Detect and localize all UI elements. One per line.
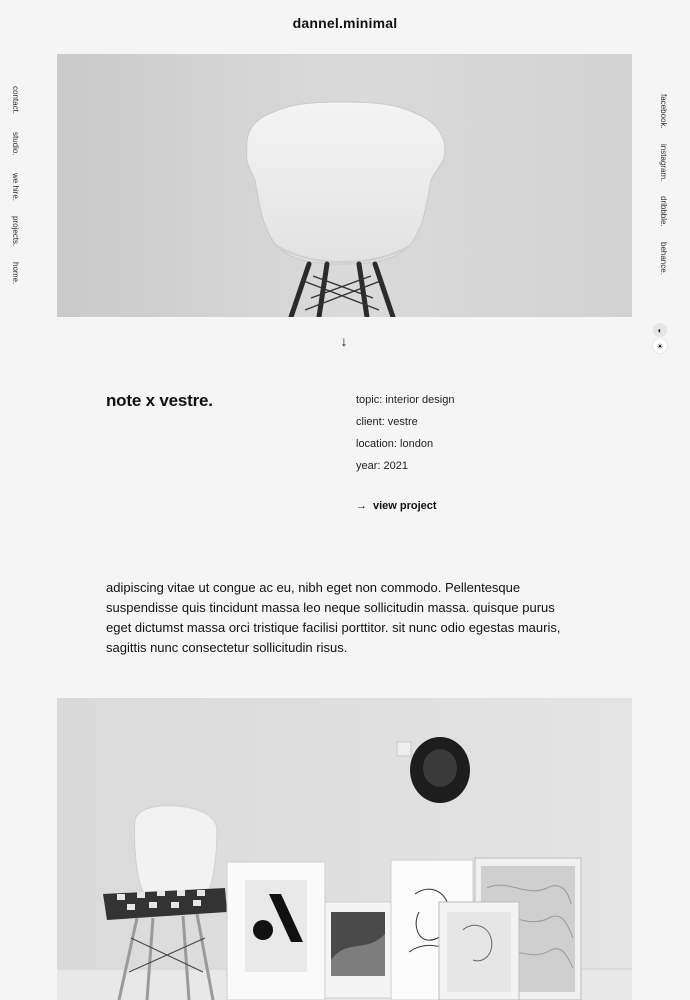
project-title: note x vestre. bbox=[106, 391, 213, 410]
moon-icon[interactable]: ◐ bbox=[653, 323, 667, 337]
view-project-label: view project bbox=[373, 500, 437, 512]
nav-contact-link[interactable]: contact. bbox=[11, 86, 20, 114]
nav-home-link[interactable]: home. bbox=[11, 262, 20, 284]
nav-studio-link[interactable]: studio. bbox=[11, 132, 20, 156]
meta-client: client: vestre bbox=[356, 416, 418, 428]
sun-icon[interactable]: ☀ bbox=[653, 339, 667, 353]
meta-location: location: london bbox=[356, 438, 434, 450]
social-facebook-link[interactable]: facebook. bbox=[659, 94, 668, 129]
white-chair-photo bbox=[57, 54, 632, 317]
meta-year: year: 2021 bbox=[356, 460, 408, 472]
hero-image bbox=[57, 54, 632, 317]
arrow-down-icon[interactable]: ↓ bbox=[336, 332, 352, 350]
social-behance-link[interactable]: behance. bbox=[659, 242, 668, 275]
nav-projects-link[interactable]: projects. bbox=[11, 216, 20, 246]
social-dribbble-link[interactable]: dribbble. bbox=[659, 196, 668, 227]
social-links: facebook. instagram. dribbble. behance. bbox=[654, 94, 670, 284]
meta-topic: topic: interior design bbox=[356, 394, 455, 406]
view-project-link[interactable]: → view project bbox=[356, 500, 437, 512]
project-description: adipiscing vitae ut congue ac eu, nibh e… bbox=[106, 580, 561, 655]
gallery-image bbox=[57, 698, 632, 1000]
side-navigation: home. projects. we hire. studio. contact… bbox=[11, 86, 36, 286]
project-meta: topic: interior design client: vestre lo… bbox=[356, 391, 454, 479]
nav-we-hire-link[interactable]: we hire. bbox=[11, 173, 20, 201]
theme-toggle[interactable]: ◐ ☀ bbox=[652, 323, 668, 355]
chair-frames-interior-photo bbox=[57, 698, 632, 1000]
arrow-right-icon: → bbox=[356, 500, 367, 512]
social-instagram-link[interactable]: instagram. bbox=[659, 144, 668, 181]
brand-logo[interactable]: dannel.minimal bbox=[0, 15, 690, 31]
